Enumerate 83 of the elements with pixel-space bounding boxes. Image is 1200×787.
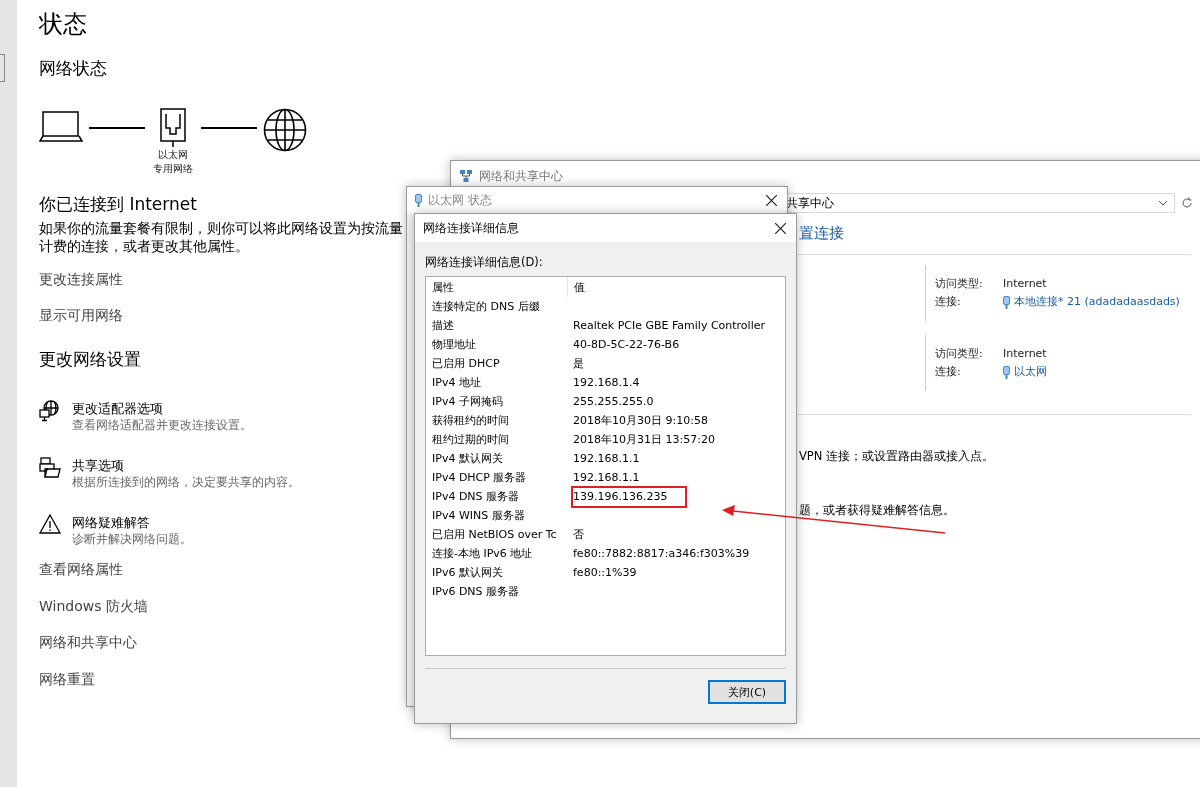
property-cell-text: 已启用 NetBIOS over Tc: [431, 527, 558, 542]
value-cell: 192.168.1.4: [573, 376, 640, 389]
column-header[interactable]: 属性: [426, 277, 568, 297]
ethernet-port-icon: [160, 108, 186, 148]
settings-link[interactable]: 网络重置: [39, 668, 95, 689]
settings-link[interactable]: 网络和共享中心: [39, 632, 137, 652]
window-title: 网络和共享中心: [479, 167, 564, 185]
value-cell: 2018年10月31日 13:57:20: [573, 432, 715, 447]
globe-monitor-icon: [39, 400, 61, 422]
task-description: 题，或者获得疑难解答信息。: [799, 502, 955, 518]
value-cell: Realtek PCIe GBE Family Controller: [573, 319, 765, 332]
close-button[interactable]: [763, 192, 779, 209]
connection-description: 如果你的流量套餐有限制，则你可以将此网络设置为按流量计费的连接，或者更改其他属性。: [39, 219, 404, 255]
connection-link[interactable]: 以太网: [1003, 364, 1047, 380]
laptop-icon: [39, 108, 83, 144]
window-title: 网络连接详细信息: [423, 219, 520, 237]
close-button[interactable]: [772, 220, 788, 236]
refresh-icon[interactable]: [1181, 197, 1193, 209]
settings-link[interactable]: 查看网络属性: [39, 559, 123, 579]
property-cell-text: 已启用 DHCP: [431, 356, 501, 371]
plug-icon: [1003, 295, 1010, 309]
value-cell: 是: [573, 356, 584, 371]
option-description: 查看网络适配器并更改连接设置。: [72, 417, 252, 433]
task-description: VPN 连接；或设置路由器或接入点。: [799, 448, 995, 464]
option-description: 诊断并解决网络问题。: [72, 531, 192, 547]
property-cell-text: IPv4 WINS 服务器: [431, 508, 526, 523]
connection-link[interactable]: 本地连接* 21 (adadadaasdads): [1003, 294, 1180, 310]
value-cell: 2018年10月30日 9:10:58: [573, 413, 708, 428]
property-cell-text: IPv4 DNS 服务器: [431, 489, 521, 504]
property-cell-text: IPv4 默认网关: [431, 451, 504, 466]
globe-icon: [263, 108, 307, 152]
property-cell-text: 物理地址: [431, 337, 477, 352]
heading-link[interactable]: 置连接: [799, 223, 844, 243]
column-header[interactable]: 值: [568, 277, 768, 297]
field-label: 连接:: [935, 364, 962, 380]
option-title[interactable]: 共享选项: [72, 457, 124, 474]
value-cell: 192.168.1.1: [573, 452, 640, 465]
warning-icon: [39, 514, 61, 534]
property-cell-text: 连接-本地 IPv6 地址: [431, 546, 534, 561]
plug-icon: [1003, 365, 1010, 379]
field-label: 访问类型:: [935, 346, 984, 362]
highlighted-cell: 139.196.136.235: [571, 485, 688, 508]
property-cell-text: 租约过期的时间: [431, 432, 510, 447]
access-type: Internet: [1003, 346, 1047, 362]
value-cell: 192.168.1.1: [573, 471, 640, 484]
list-label: 网络连接详细信息(D):: [425, 254, 544, 270]
property-cell-text: IPv4 DHCP 服务器: [431, 470, 528, 485]
settings-link[interactable]: 显示可用网络: [39, 305, 123, 325]
page-title: 状态: [39, 9, 87, 40]
section-title: 更改网络设置: [39, 348, 141, 371]
plug-icon: [415, 194, 422, 207]
close-icon: [774, 222, 786, 234]
address-bar[interactable]: 共享中心: [785, 193, 1175, 213]
value-cell: 40-8D-5C-22-76-B6: [573, 338, 680, 351]
field-label: 访问类型:: [935, 276, 984, 292]
chevron-down-icon: [1158, 200, 1168, 206]
property-cell-text: IPv6 DNS 服务器: [431, 584, 521, 599]
property-cell-text: IPv4 地址: [431, 375, 482, 390]
property-cell-text: 连接特定的 DNS 后缀: [431, 299, 541, 314]
property-cell-text: 获得租约的时间: [431, 413, 510, 428]
connection-status: 你已连接到 Internet: [39, 193, 197, 216]
close-icon: [765, 195, 777, 206]
option-title[interactable]: 更改适配器选项: [72, 400, 163, 417]
network-profile-label: 专用网络: [153, 162, 193, 176]
section-title: 网络状态: [39, 57, 107, 80]
option-description: 根据所连接到的网络，决定要共享的内容。: [72, 474, 300, 490]
access-type: Internet: [1003, 276, 1048, 292]
value-cell: 255.255.255.0: [573, 395, 654, 408]
adapter-label: 以太网: [158, 148, 188, 162]
settings-link[interactable]: Windows 防火墙: [39, 595, 148, 616]
settings-link[interactable]: 更改连接属性: [39, 269, 123, 289]
close-button[interactable]: 关闭(C): [708, 680, 786, 704]
property-cell-text: 描述: [431, 318, 455, 333]
sharing-icon: [39, 457, 61, 479]
option-title[interactable]: 网络疑难解答: [72, 514, 150, 531]
network-icon: [459, 169, 473, 183]
property-cell-text: IPv6 默认网关: [431, 565, 504, 580]
value-cell: 否: [573, 527, 584, 542]
value-cell: fe80::7882:8817:a346:f303%39: [573, 547, 750, 560]
field-label: 连接:: [935, 294, 962, 310]
property-cell-text: IPv4 子网掩码: [431, 394, 504, 409]
window-title: 以太网 状态: [428, 192, 493, 209]
value-cell: fe80::1%39: [573, 566, 637, 579]
